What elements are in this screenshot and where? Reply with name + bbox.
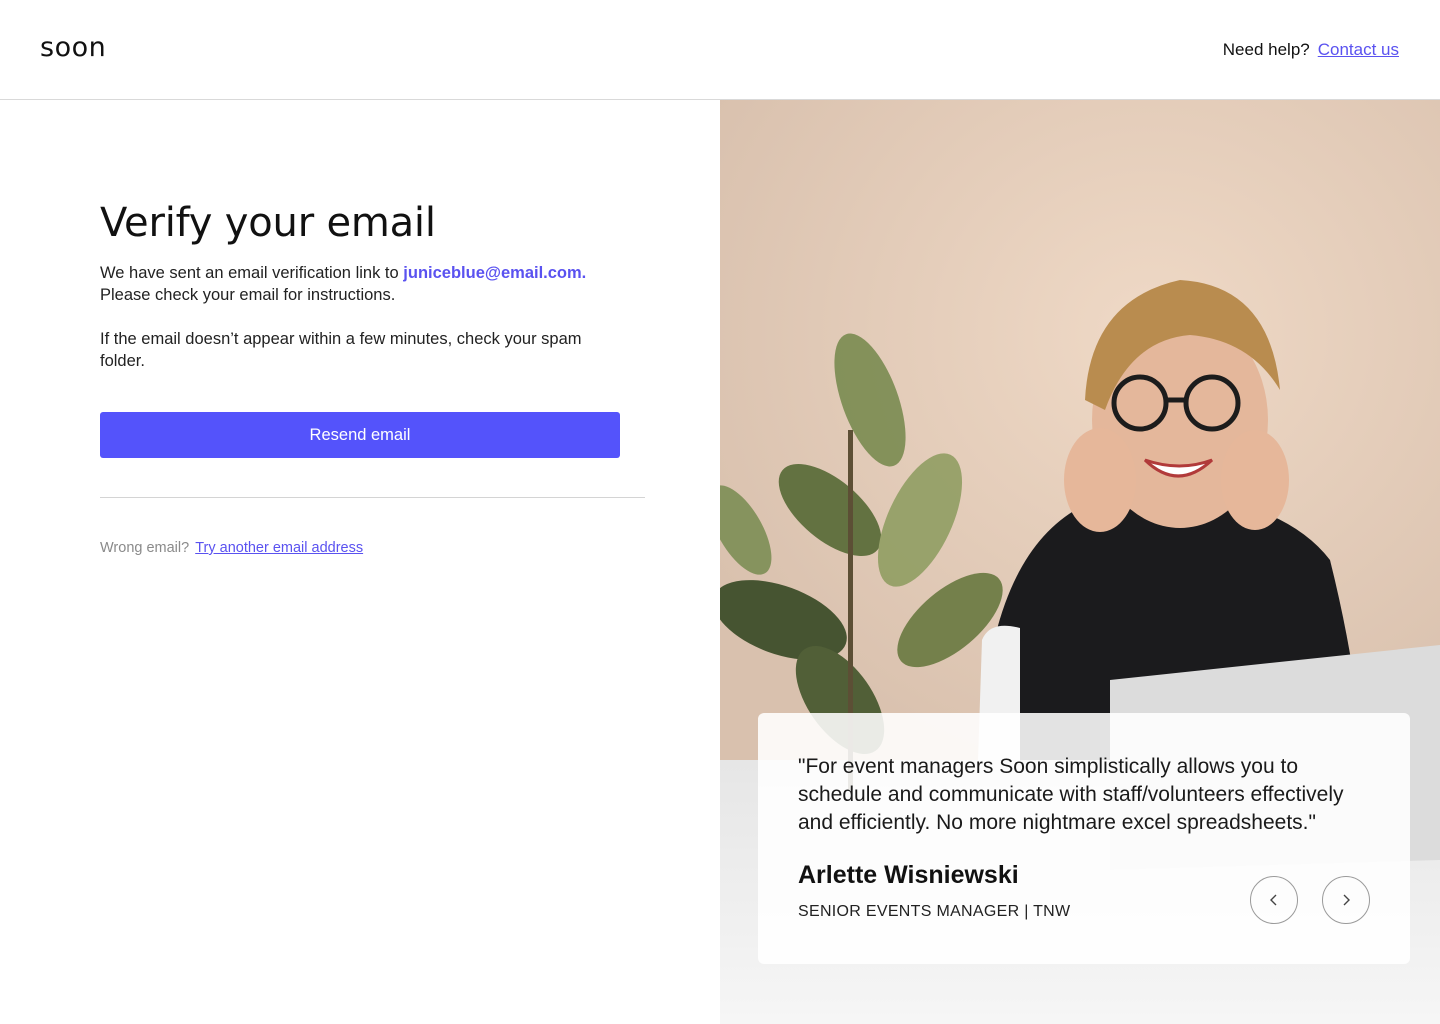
- email-address: juniceblue@email.com.: [403, 264, 587, 282]
- chevron-left-icon: [1270, 894, 1277, 906]
- testimonial-card: "For event managers Soon simplistically …: [758, 713, 1410, 964]
- wrong-email-row: Wrong email? Try another email address: [100, 540, 363, 556]
- help-area: Need help? Contact us: [1223, 40, 1399, 60]
- sent-prefix: We have sent an email verification link …: [100, 264, 399, 282]
- logo[interactable]: soon: [40, 32, 106, 63]
- resend-email-button[interactable]: Resend email: [100, 412, 620, 458]
- testimonial-panel: "For event managers Soon simplistically …: [720, 100, 1440, 1024]
- verify-panel: Verify your email We have sent an email …: [0, 100, 720, 1024]
- contact-us-link[interactable]: Contact us: [1318, 40, 1399, 59]
- wrong-email-text: Wrong email?: [100, 540, 190, 556]
- testimonial-name: Arlette Wisniewski: [798, 861, 1019, 889]
- sent-suffix: Please check your email for instructions…: [100, 286, 396, 304]
- try-another-email-link[interactable]: Try another email address: [195, 540, 363, 556]
- page-title: Verify your email: [100, 200, 436, 246]
- spam-note: If the email doesn’t appear within a few…: [100, 330, 582, 370]
- header: soon Need help? Contact us: [0, 0, 1440, 100]
- help-text: Need help?: [1222, 40, 1310, 59]
- chevron-right-icon: [1343, 894, 1350, 906]
- divider: [100, 497, 645, 498]
- testimonial-quote: "For event managers Soon simplistically …: [798, 755, 1344, 834]
- sent-message: We have sent an email verification link …: [100, 262, 620, 306]
- testimonial-role: SENIOR EVENTS MANAGER | TNW: [798, 903, 1071, 920]
- previous-testimonial-button[interactable]: [1250, 876, 1298, 924]
- next-testimonial-button[interactable]: [1322, 876, 1370, 924]
